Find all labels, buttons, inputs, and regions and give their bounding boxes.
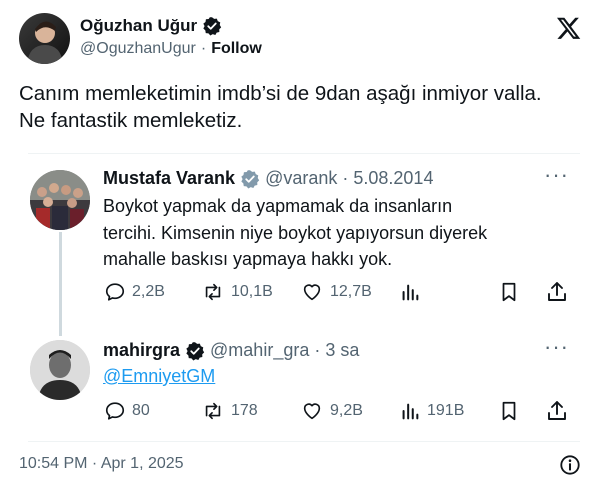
reply-count: 2,2B bbox=[132, 283, 165, 300]
thread-connector-line bbox=[59, 232, 62, 336]
varank-tweet-text: Boykot yapmak da yapmamak da insanların … bbox=[103, 193, 573, 273]
reply-button[interactable]: 80 bbox=[104, 400, 150, 422]
mahirgra-avatar[interactable] bbox=[30, 340, 90, 400]
share-button[interactable] bbox=[545, 399, 569, 428]
separator-dot: · bbox=[314, 340, 321, 360]
analytics-icon bbox=[402, 403, 419, 420]
varank-text-line-3: mahalle baskısı yapmaya hakkı yok. bbox=[103, 249, 393, 269]
tweet-text: Canım memleketimin imdb’si de 9dan aşağı… bbox=[19, 80, 589, 134]
share-icon bbox=[548, 282, 566, 301]
analytics-icon bbox=[402, 284, 419, 301]
divider-top bbox=[28, 153, 580, 154]
repost-button[interactable]: 10,1B bbox=[201, 281, 273, 303]
group-photo bbox=[30, 170, 90, 230]
views-button[interactable]: 191B bbox=[399, 400, 464, 422]
mahirgra-handle[interactable]: @mahir_gra bbox=[210, 340, 309, 361]
profile-photo bbox=[30, 340, 90, 400]
share-icon bbox=[548, 401, 566, 420]
heart-icon bbox=[303, 403, 321, 420]
separator-dot: · bbox=[200, 40, 207, 57]
heart-icon bbox=[303, 284, 321, 301]
separator-dot: · bbox=[342, 168, 349, 188]
varank-text-line-1: Boykot yapmak da yapmamak da insanların bbox=[103, 196, 453, 216]
divider-bottom bbox=[28, 441, 580, 442]
author-handle[interactable]: @OguzhanUgur bbox=[80, 40, 196, 58]
tweet-timestamp[interactable]: 10:54 PM · Apr 1, 2025 bbox=[19, 455, 184, 473]
repost-count: 178 bbox=[231, 402, 258, 419]
reply-icon bbox=[105, 402, 125, 420]
repost-icon bbox=[205, 402, 221, 420]
tweet-text-line-2: Ne fantastik memleketiz. bbox=[19, 109, 243, 132]
views-count: 191B bbox=[427, 402, 465, 419]
author-photo bbox=[27, 21, 63, 64]
varank-display-name[interactable]: Mustafa Varank bbox=[103, 168, 235, 189]
like-button[interactable]: 9,2B bbox=[300, 400, 363, 422]
more-options-icon[interactable]: ··· bbox=[544, 336, 569, 358]
bookmark-button[interactable] bbox=[498, 400, 520, 427]
x-logo-icon[interactable] bbox=[556, 15, 582, 41]
author-avatar[interactable] bbox=[19, 13, 70, 64]
like-count: 9,2B bbox=[330, 402, 363, 419]
varank-avatar[interactable] bbox=[30, 170, 90, 230]
bookmark-icon bbox=[502, 401, 516, 421]
reply-button[interactable]: 2,2B bbox=[104, 281, 165, 303]
bookmark-button[interactable] bbox=[498, 281, 520, 308]
reply-count: 80 bbox=[132, 402, 150, 419]
verified-badge-icon[interactable] bbox=[202, 16, 222, 36]
share-button[interactable] bbox=[545, 280, 569, 309]
views-button[interactable] bbox=[399, 281, 421, 308]
repost-count: 10,1B bbox=[231, 283, 273, 300]
follow-button[interactable]: Follow bbox=[211, 40, 262, 58]
mahirgra-time[interactable]: 3 sa bbox=[325, 340, 359, 361]
more-options-icon[interactable]: ··· bbox=[544, 164, 569, 186]
reply-icon bbox=[105, 283, 125, 301]
verified-gray-badge-icon[interactable] bbox=[240, 169, 260, 189]
repost-button[interactable]: 178 bbox=[201, 400, 258, 422]
repost-icon bbox=[205, 283, 221, 301]
varank-date[interactable]: 5.08.2014 bbox=[353, 168, 433, 189]
info-icon[interactable] bbox=[559, 454, 581, 481]
varank-text-line-2: tercihi. Kimsenin niye boykot yapıyorsun… bbox=[103, 222, 488, 243]
like-button[interactable]: 12,7B bbox=[300, 281, 372, 303]
varank-handle[interactable]: @varank bbox=[265, 168, 337, 189]
like-count: 12,7B bbox=[330, 283, 372, 300]
tweet-text-line-1: Canım memleketimin imdb’si de 9dan aşağı… bbox=[19, 82, 542, 105]
verified-blue-badge-icon[interactable] bbox=[185, 341, 205, 361]
mahirgra-display-name[interactable]: mahirgra bbox=[103, 340, 180, 361]
mention-link[interactable]: @EmniyetGM bbox=[103, 366, 215, 387]
bookmark-icon bbox=[502, 282, 516, 302]
author-display-name[interactable]: Oğuzhan Uğur bbox=[80, 16, 197, 36]
